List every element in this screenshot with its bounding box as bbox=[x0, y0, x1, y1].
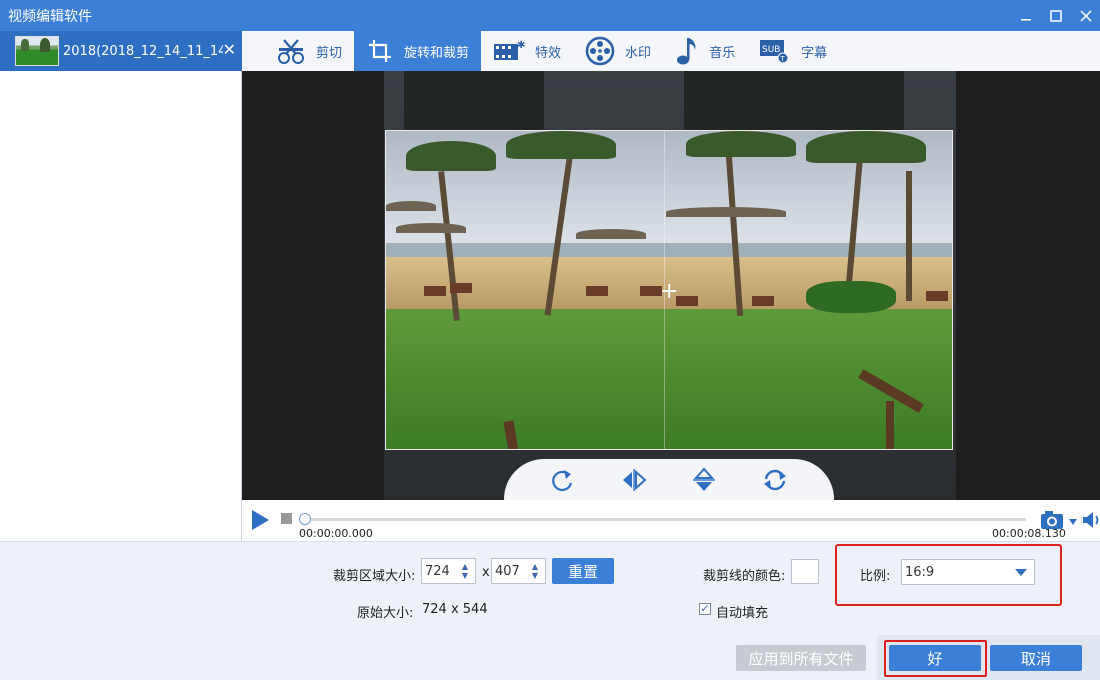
edit-tabs: 剪切 旋转和裁剪 ✱ 特效 水印 音乐 SUB T 字幕 bbox=[242, 31, 1100, 71]
snapshot-controls bbox=[1040, 509, 1100, 535]
original-size-label: 原始大小: bbox=[357, 606, 414, 621]
video-preview: + ⌄ bbox=[242, 71, 1100, 500]
tab-subtitle[interactable]: SUB T 字幕 bbox=[747, 31, 839, 71]
progress-track[interactable] bbox=[302, 518, 1026, 521]
maximize-icon bbox=[1050, 9, 1062, 22]
crop-height-stepper-icon[interactable]: ▲ ▼ bbox=[528, 562, 542, 580]
minimize-button[interactable] bbox=[1012, 0, 1040, 31]
scissors-icon bbox=[276, 37, 306, 65]
svg-text:✱: ✱ bbox=[517, 40, 525, 51]
tab-rotate-crop[interactable]: 旋转和裁剪 bbox=[354, 31, 482, 71]
rotate-icon bbox=[552, 469, 573, 491]
close-button[interactable] bbox=[1072, 0, 1100, 31]
close-icon bbox=[1080, 9, 1092, 22]
apply-all-button[interactable]: 应用到所有文件 bbox=[736, 645, 866, 671]
effects-icon: ✱ bbox=[493, 38, 525, 64]
svg-text:SUB: SUB bbox=[762, 45, 780, 55]
flip-horizontal-icon bbox=[622, 468, 647, 491]
reset-rotate-button[interactable] bbox=[758, 463, 792, 497]
crop-width-stepper-icon[interactable]: ▲ ▼ bbox=[458, 562, 472, 580]
minimize-icon bbox=[1021, 18, 1031, 20]
reset-rotate-icon bbox=[763, 469, 786, 490]
crop-line-color-picker[interactable] bbox=[791, 559, 819, 584]
watermark-icon bbox=[585, 36, 615, 66]
play-button[interactable] bbox=[250, 509, 270, 535]
music-note-icon bbox=[675, 36, 699, 66]
auto-fill-label: 自动填充 bbox=[716, 606, 769, 621]
file-list: 2018(2018_12_14_11_14... ✕ bbox=[0, 31, 242, 541]
original-size-value: 724 x 544 bbox=[422, 602, 488, 617]
crop-width-value: 724 bbox=[425, 563, 450, 579]
tab-watermark-label: 水印 bbox=[625, 45, 652, 61]
crop-icon bbox=[366, 37, 394, 65]
current-time: 00:00:00.000 bbox=[299, 527, 373, 540]
flip-horizontal-button[interactable] bbox=[617, 463, 651, 497]
remove-file-icon[interactable]: ✕ bbox=[223, 40, 236, 60]
ratio-select[interactable]: 16:9 bbox=[901, 559, 1035, 585]
tab-subtitle-label: 字幕 bbox=[801, 45, 828, 61]
timeline: 00:00:00.000 00:00:08.130 bbox=[242, 500, 1100, 541]
crop-height-value: 407 bbox=[495, 563, 520, 579]
crop-height-input[interactable]: 407 ▲ ▼ bbox=[491, 558, 546, 584]
stop-button[interactable] bbox=[281, 513, 292, 524]
window-title: 视频编辑软件 bbox=[8, 8, 92, 25]
svg-text:T: T bbox=[780, 55, 786, 63]
tab-effects-label: 特效 bbox=[535, 45, 562, 61]
flip-vertical-icon bbox=[693, 466, 716, 491]
volume-icon[interactable] bbox=[1082, 511, 1100, 533]
crop-center-marker[interactable]: + bbox=[660, 281, 678, 303]
camera-dropdown-icon[interactable] bbox=[1068, 515, 1078, 530]
tab-music[interactable]: 音乐 bbox=[663, 31, 747, 71]
play-icon bbox=[252, 510, 269, 530]
tab-cut[interactable]: 剪切 bbox=[264, 31, 354, 71]
crop-area[interactable]: + bbox=[385, 130, 953, 450]
crop-size-separator: x bbox=[482, 565, 490, 580]
rotate-button[interactable] bbox=[546, 463, 580, 497]
maximize-button[interactable] bbox=[1042, 0, 1070, 31]
tab-rotate-crop-label: 旋转和裁剪 bbox=[404, 45, 470, 61]
rotate-controls bbox=[504, 459, 834, 500]
tab-music-label: 音乐 bbox=[709, 45, 736, 61]
tab-watermark[interactable]: 水印 bbox=[573, 31, 663, 71]
tab-effects[interactable]: ✱ 特效 bbox=[481, 31, 573, 71]
reset-button[interactable]: 重置 bbox=[552, 558, 614, 584]
ratio-label: 比例: bbox=[860, 569, 891, 584]
camera-icon[interactable] bbox=[1040, 509, 1066, 535]
file-thumbnail bbox=[15, 36, 59, 66]
file-name: 2018(2018_12_14_11_14... bbox=[63, 43, 223, 59]
ratio-value: 16:9 bbox=[905, 564, 935, 580]
cancel-button[interactable]: 取消 bbox=[990, 645, 1082, 671]
progress-handle[interactable] bbox=[299, 513, 311, 525]
title-bar: 视频编辑软件 bbox=[0, 0, 1100, 31]
file-item[interactable]: 2018(2018_12_14_11_14... ✕ bbox=[0, 31, 242, 71]
crop-size-label: 裁剪区域大小: bbox=[333, 569, 416, 584]
crop-width-input[interactable]: 724 ▲ ▼ bbox=[421, 558, 476, 584]
tab-cut-label: 剪切 bbox=[316, 45, 343, 61]
subtitle-icon: SUB T bbox=[759, 38, 791, 64]
ok-highlight bbox=[884, 640, 987, 677]
window-controls bbox=[1010, 0, 1100, 31]
chevron-down-icon bbox=[1015, 569, 1027, 576]
crop-line-color-label: 裁剪线的颜色: bbox=[703, 569, 786, 584]
auto-fill-checkbox[interactable]: ✓ bbox=[699, 603, 711, 615]
flip-vertical-button[interactable] bbox=[687, 463, 721, 497]
crop-settings-panel: 裁剪区域大小: 724 ▲ ▼ x 407 ▲ ▼ 重置 原始大小: 724 x 5… bbox=[0, 541, 1100, 680]
